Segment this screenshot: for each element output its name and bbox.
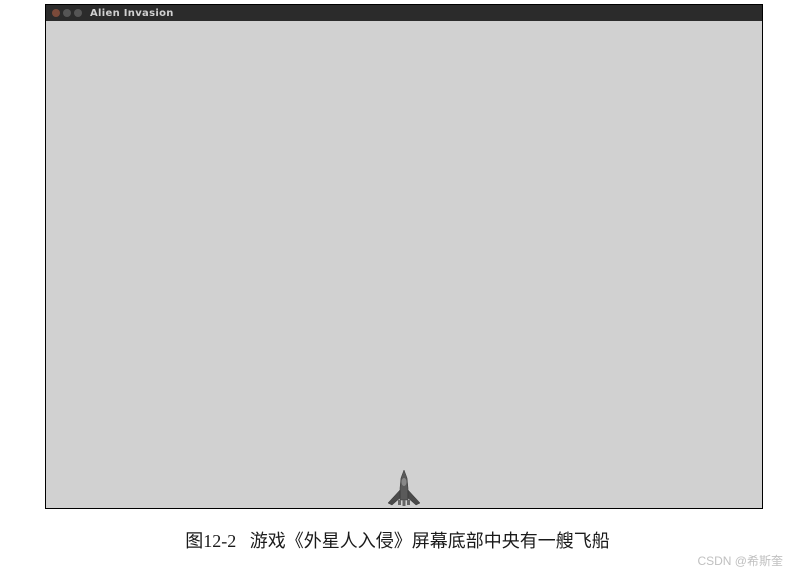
caption-label: 图12-2 [185, 531, 236, 551]
close-button-icon[interactable] [52, 9, 60, 17]
minimize-button-icon[interactable] [63, 9, 71, 17]
game-window: Alien Invasion [45, 4, 763, 509]
window-title: Alien Invasion [90, 8, 174, 19]
caption-text: 游戏《外星人入侵》屏幕底部中央有一艘飞船 [250, 531, 610, 551]
maximize-button-icon[interactable] [74, 9, 82, 17]
game-area [46, 21, 762, 508]
window-titlebar: Alien Invasion [46, 5, 762, 21]
watermark: CSDN @希斯奎 [697, 552, 783, 569]
figure-caption: 图12-2 游戏《外星人入侵》屏幕底部中央有一艘飞船 [0, 527, 795, 553]
window-buttons [52, 9, 82, 17]
player-ship-icon [384, 468, 424, 508]
